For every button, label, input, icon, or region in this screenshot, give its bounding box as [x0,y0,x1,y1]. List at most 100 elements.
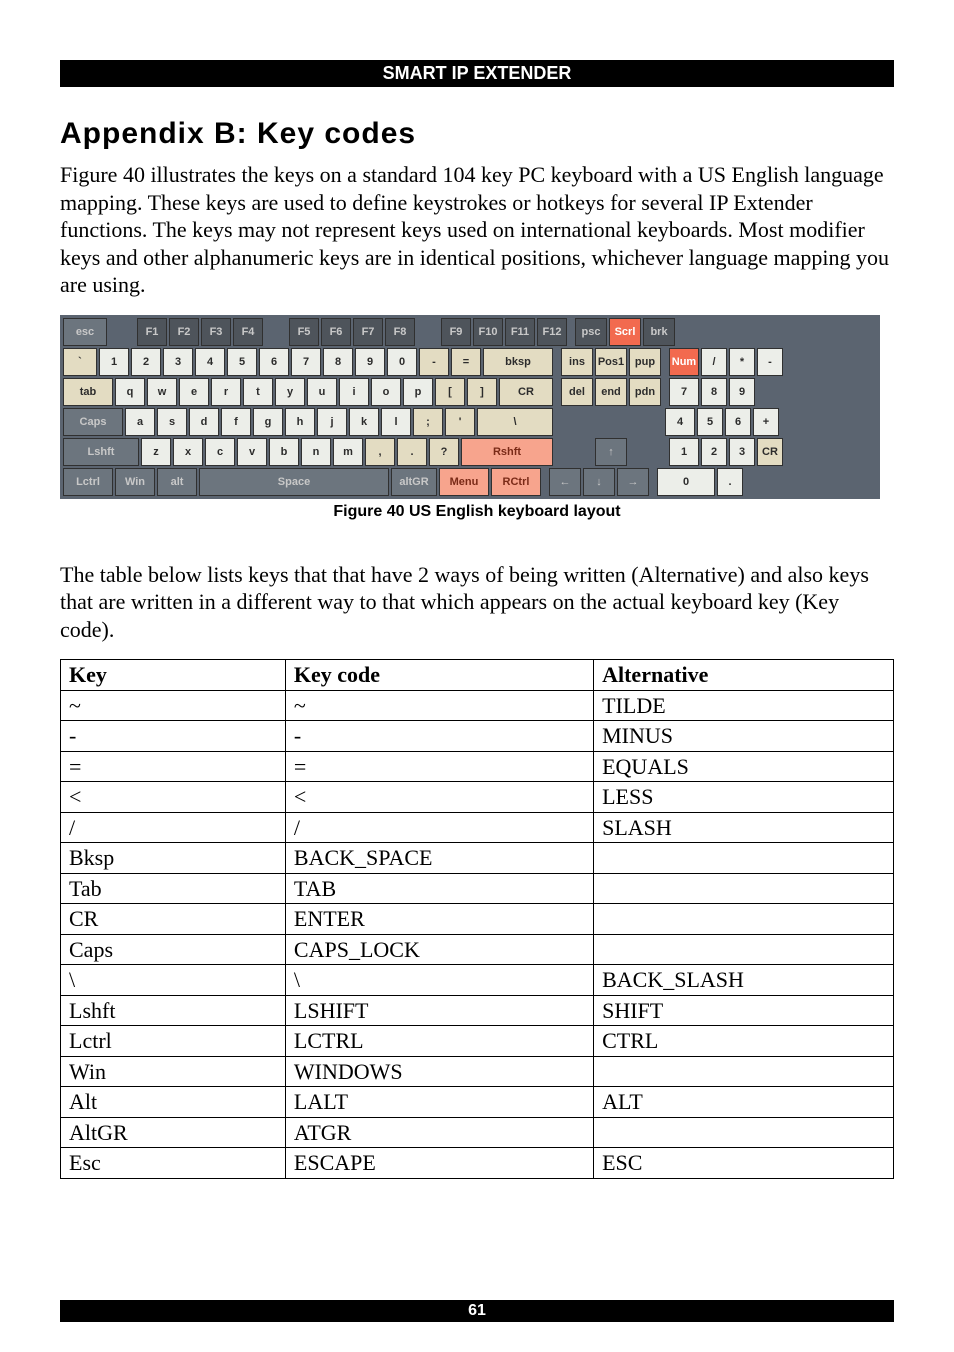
key-np6: 6 [725,408,751,436]
gap [663,348,667,376]
table-row: BkspBACK_SPACE [61,843,894,874]
cell-alt: TILDE [594,690,894,721]
table-row: LctrlLCTRLCTRL [61,1026,894,1057]
gap [555,378,559,406]
key-f1: F1 [137,318,167,346]
table-row: LshftLSHIFTSHIFT [61,995,894,1026]
keyboard-figure: esc F1 F2 F3 F4 F5 F6 F7 F8 F9 F10 F11 F… [60,315,880,499]
kbd-row-4: Caps a s d f g h j k l ; ' \ 4 5 6 + [63,408,877,436]
table-header-row: Key Key code Alternative [61,660,894,691]
key-right: → [617,468,649,496]
gap [555,408,663,436]
key-f10: F10 [473,318,503,346]
cell-alt: SLASH [594,812,894,843]
cell-key: Win [61,1056,286,1087]
cell-alt [594,1117,894,1148]
gap [109,318,135,346]
table-row: CapsCAPS_LOCK [61,934,894,965]
key-scrl: Scrl [609,318,641,346]
key-np1: 1 [669,438,699,466]
cell-key: < [61,782,286,813]
table-row: ~~TILDE [61,690,894,721]
th-alt: Alternative [594,660,894,691]
key-npdot: . [717,468,743,496]
cell-code: LCTRL [285,1026,593,1057]
table-row: WinWINDOWS [61,1056,894,1087]
key-win: Win [115,468,155,496]
key-del: del [561,378,593,406]
cell-code: ESCAPE [285,1148,593,1179]
key-x: x [173,438,203,466]
gap [663,378,667,406]
key-minus: - [419,348,449,376]
table-row: ==EQUALS [61,751,894,782]
key-j: j [317,408,347,436]
cell-key: CR [61,904,286,935]
cell-code: < [285,782,593,813]
key-f5: F5 [289,318,319,346]
key-m: m [333,438,363,466]
key-np9: 9 [729,378,755,406]
key-f7: F7 [353,318,383,346]
key-num: Num [669,348,699,376]
key-psc: psc [575,318,607,346]
cell-alt: ALT [594,1087,894,1118]
key-npsub: - [757,348,783,376]
key-lbracket: [ [435,378,465,406]
key-np5: 5 [697,408,723,436]
cell-key: AltGR [61,1117,286,1148]
cell-key: = [61,751,286,782]
key-4: 4 [195,348,225,376]
key-c: c [205,438,235,466]
key-left: ← [549,468,581,496]
gap [757,378,783,406]
para-2: The table below lists keys that that hav… [60,561,894,644]
key-f9: F9 [441,318,471,346]
gap [543,468,547,496]
kbd-row-3: tab q w e r t y u i o p [ ] CR del end p… [63,378,877,406]
key-h: h [285,408,315,436]
cell-alt: MINUS [594,721,894,752]
header-bar: SMART IP EXTENDER [60,60,894,87]
table-row: TabTAB [61,873,894,904]
key-dot: . [397,438,427,466]
key-rbracket: ] [467,378,497,406]
cell-code: BACK_SPACE [285,843,593,874]
key-w: w [147,378,177,406]
key-np7: 7 [669,378,699,406]
key-z: z [141,438,171,466]
footer-bar: 61 [60,1300,894,1322]
key-f3: F3 [201,318,231,346]
key-eq: = [451,348,481,376]
key-esc: esc [63,318,107,346]
kbd-row-5: Lshft z x c v b n m , . ? Rshft ↑ 1 2 3 … [63,438,877,466]
cell-alt [594,1056,894,1087]
table-row: CRENTER [61,904,894,935]
cell-code: LALT [285,1087,593,1118]
key-f4: F4 [233,318,263,346]
key-npdiv: / [701,348,727,376]
key-5: 5 [227,348,257,376]
key-np3: 3 [729,438,755,466]
cell-code: ATGR [285,1117,593,1148]
cell-alt: BACK_SLASH [594,965,894,996]
cell-key: Tab [61,873,286,904]
key-space: Space [199,468,389,496]
key-f12: F12 [537,318,567,346]
cell-key: \ [61,965,286,996]
key-8: 8 [323,348,353,376]
key-r: r [211,378,241,406]
cell-code: - [285,721,593,752]
key-brk: brk [643,318,675,346]
key-up: ↑ [595,438,627,466]
key-f6: F6 [321,318,351,346]
cell-alt [594,934,894,965]
cell-key: Caps [61,934,286,965]
cell-key: Bksp [61,843,286,874]
cell-code: / [285,812,593,843]
key-2: 2 [131,348,161,376]
table-row: AltLALTALT [61,1087,894,1118]
cell-alt: ESC [594,1148,894,1179]
key-f11: F11 [505,318,535,346]
key-backslash: \ [477,408,553,436]
